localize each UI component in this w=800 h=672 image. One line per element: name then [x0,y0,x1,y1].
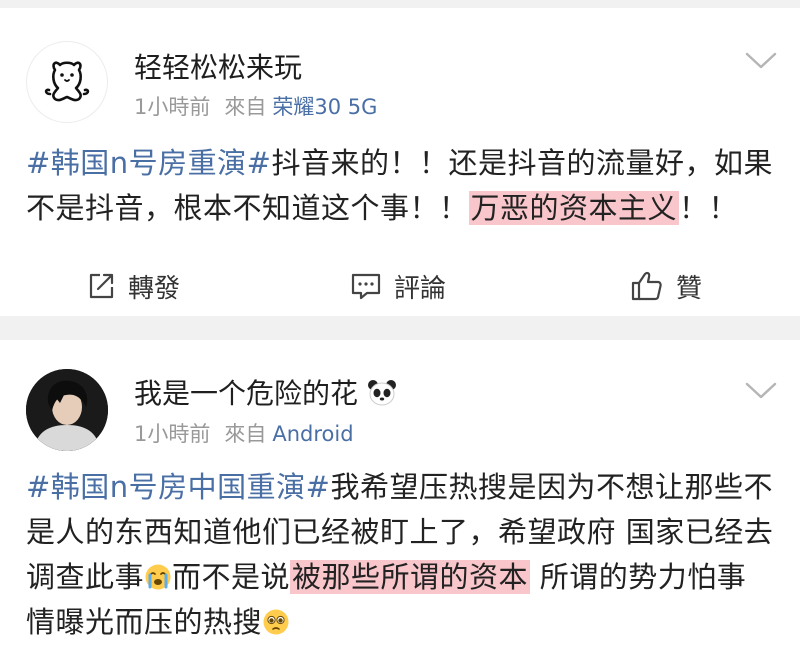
post-card[interactable]: 轻轻松松来玩 1小時前 來自 荣耀30 5G #韩国n号房重演#抖音来的！！还是抖音… [0,8,800,316]
post-time: 1小時前 [134,95,211,119]
post-time: 1小時前 [134,422,211,446]
post-source[interactable]: 荣耀30 5G [272,95,377,119]
pleading-face-emoji-icon [263,609,289,635]
post-source[interactable]: Android [272,422,353,446]
comment-label: 評論 [394,273,447,304]
weibo-feed: 轻轻松松来玩 1小時前 來自 荣耀30 5G #韩国n号房重演#抖音来的！！还是抖音… [0,0,800,672]
repost-label: 轉發 [128,273,181,304]
username[interactable]: 我是一个危险的花 [134,372,397,412]
post-card[interactable]: 我是一个危险的花 1小時前 來自 Android #韩国n号房中国重演#我希望压热搜… [0,340,800,672]
highlighted-text: 万恶的资本主义 [468,191,680,225]
comment-button[interactable]: 評論 [350,266,446,306]
via-label: 來自 [224,95,267,119]
username[interactable]: 轻轻松松来玩 [134,46,302,86]
chevron-down-icon[interactable] [744,380,778,402]
via-label: 來自 [224,422,267,446]
topic-link[interactable]: #韩国n号房重演# [26,146,271,180]
username-text: 我是一个危险的花 [134,377,359,410]
avatar[interactable] [26,41,108,123]
content-text: 而不是说 [172,560,291,594]
action-bar: 轉發 評論 贊 [0,258,800,314]
post-content: #韩国n号房重演#抖音来的！！还是抖音的流量好，如果不是抖音，根本不知道这个事！… [26,141,774,231]
panda-emoji-icon [367,380,396,406]
repost-button[interactable]: 轉發 [86,266,180,306]
post-meta: 1小時前 來自 Android [134,418,368,448]
post-meta: 1小時前 來自 荣耀30 5G [134,91,391,121]
content-text: ！！ [679,191,739,225]
highlighted-text: 被那些所谓的资本 [290,560,531,594]
chevron-down-icon[interactable] [744,50,778,72]
avatar[interactable] [26,369,108,451]
topic-link[interactable]: #韩国n号房中国重演# [26,470,330,504]
person-photo-avatar-icon [26,369,108,451]
like-button[interactable]: 贊 [630,266,702,306]
thumbs-up-icon [631,271,662,301]
repost-icon [89,273,114,299]
crying-face-emoji-icon [145,564,171,590]
cartoon-bear-avatar-icon [44,61,90,102]
post-content: #韩国n号房中国重演#我希望压热搜是因为不想让那些不是人的东西知道他们已经被盯上… [26,465,774,645]
like-label: 贊 [676,273,703,304]
comment-icon [351,273,381,300]
